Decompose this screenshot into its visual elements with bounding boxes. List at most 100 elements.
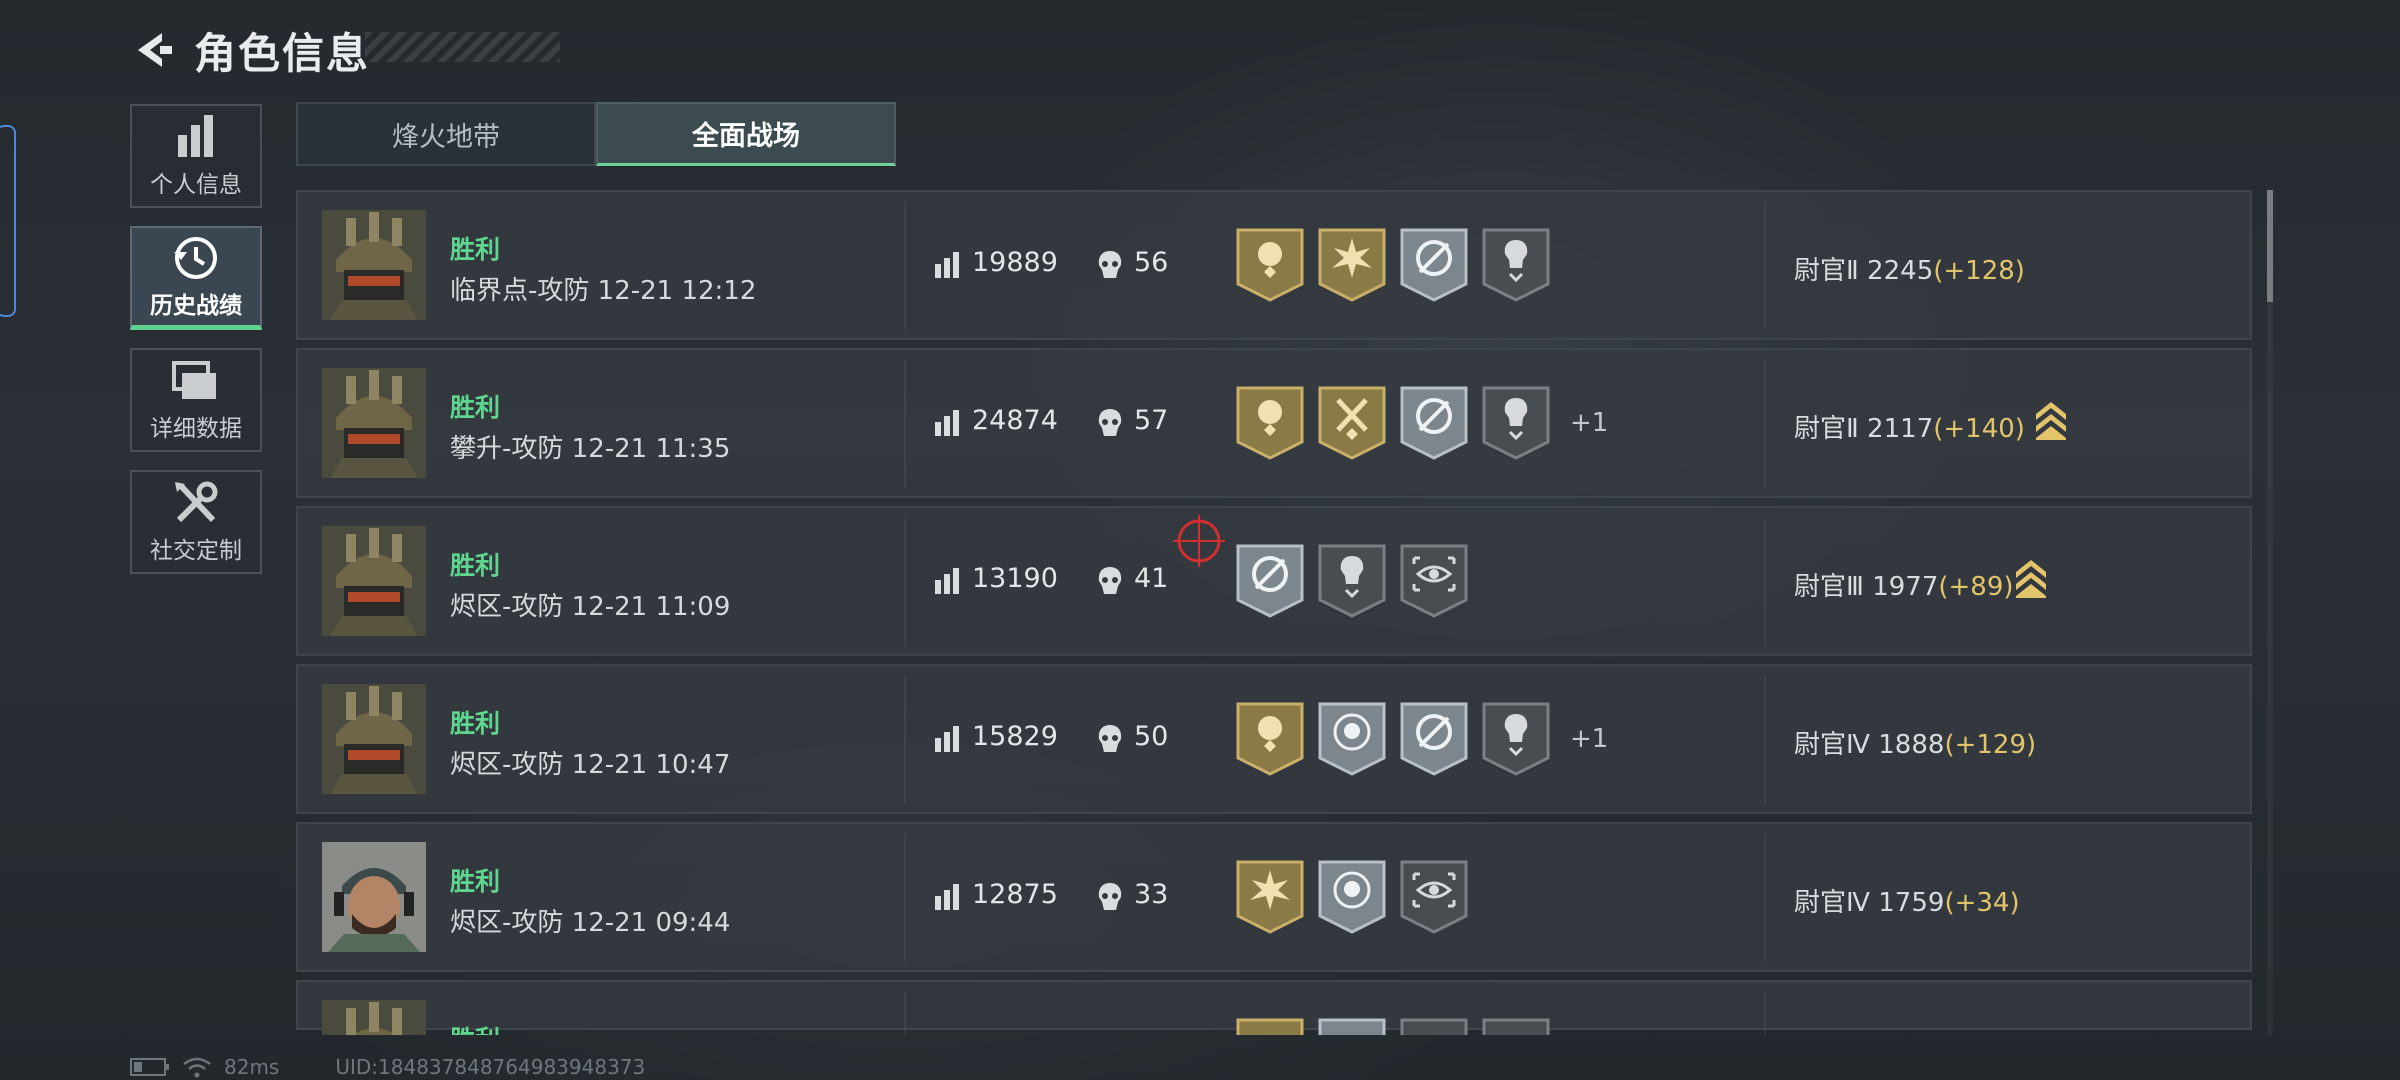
dark-skull-badge-icon[interactable] (1400, 1018, 1468, 1035)
sidebar-item-social-custom[interactable]: 社交定制 (130, 470, 262, 574)
history-clock-icon (172, 234, 220, 282)
row-divider (1764, 360, 1766, 488)
silver-target-badge-icon[interactable] (1400, 228, 1468, 302)
match-row[interactable]: 胜利 烬区-攻防 12-21 10:47 15829 50 +1 尉官Ⅳ 188… (296, 664, 2252, 814)
back-button[interactable] (130, 27, 176, 73)
sidebar-item-detailed-data[interactable]: 详细数据 (130, 348, 262, 452)
row-divider (904, 676, 906, 804)
silver-target-badge-icon[interactable] (1400, 386, 1468, 460)
medal-list: +1 (1236, 386, 1608, 460)
row-divider (904, 834, 906, 962)
row-divider (904, 360, 906, 488)
match-score: 24874 (972, 405, 1058, 436)
silver-target-badge-icon[interactable] (1400, 702, 1468, 776)
silver-target-badge-icon[interactable] (1318, 1018, 1386, 1035)
tab-full-battlefield[interactable]: 全面战场 (596, 102, 896, 166)
scrollbar-thumb[interactable] (2267, 190, 2273, 302)
sidebar: 个人信息 历史战绩 详细数据 社交定制 (130, 104, 266, 592)
match-map-time: 烬区-攻防 12-21 10:47 (450, 750, 731, 780)
match-kills: 56 (1134, 247, 1169, 278)
tab-hazard-zone[interactable]: 烽火地带 (296, 102, 596, 166)
more-medals-count[interactable]: +1 (1570, 408, 1608, 438)
dark-skull-badge-icon[interactable] (1482, 228, 1550, 302)
rank-points: 尉官Ⅲ 1977 (1794, 572, 1939, 602)
match-history-list[interactable]: 胜利 临界点-攻防 12-21 12:12 19889 56 尉官Ⅱ 2245(… (296, 190, 2252, 1035)
silver-skull-target-badge-icon[interactable] (1318, 702, 1386, 776)
dark-skull-badge-icon[interactable] (1318, 544, 1386, 618)
dark-skull-badge-icon[interactable] (1482, 386, 1550, 460)
page-header: 角色信息 (130, 20, 370, 80)
row-divider (1764, 518, 1766, 646)
gold-laurel-badge-icon[interactable] (1236, 1018, 1304, 1035)
sidebar-item-label: 个人信息 (150, 172, 242, 198)
gold-burst-badge-icon[interactable] (1318, 228, 1386, 302)
skull-icon (1098, 409, 1122, 436)
rank-delta: (+34) (1944, 888, 2020, 918)
dark-skull-badge-icon[interactable] (1482, 702, 1550, 776)
rank-info: 尉官Ⅱ 2245(+128) (1794, 250, 2025, 287)
rank-delta: (+89) (1938, 572, 2014, 602)
row-divider (904, 202, 906, 330)
skull-icon (1098, 251, 1122, 278)
score-bars-icon (935, 568, 959, 594)
skull-icon (1098, 567, 1122, 594)
match-row[interactable]: 胜利 烬区-攻防 12-21 09:44 12875 33 尉官Ⅳ 1759(+… (296, 822, 2252, 972)
match-score: 12875 (972, 879, 1058, 910)
sidebar-item-label: 社交定制 (150, 538, 242, 564)
page-title: 角色信息 (194, 28, 371, 78)
silver-skull-target-badge-icon[interactable] (1318, 860, 1386, 934)
sidebar-item-personal-info[interactable]: 个人信息 (130, 104, 262, 208)
more-medals-count[interactable]: +1 (1570, 724, 1608, 754)
operator-avatar (322, 1000, 426, 1035)
match-kills: 50 (1134, 721, 1169, 752)
sidebar-item-match-history[interactable]: 历史战绩 (130, 226, 262, 330)
dark-eye-badge-icon[interactable] (1400, 860, 1468, 934)
gold-burst-badge-icon[interactable] (1236, 860, 1304, 934)
battery-icon (130, 1058, 169, 1076)
rank-delta: (+129) (1944, 730, 2037, 760)
rank-up-chevron-icon (2036, 402, 2066, 440)
gold-axes-badge-icon[interactable] (1318, 386, 1386, 460)
match-row[interactable]: 胜利 (296, 980, 2252, 1035)
silver-target-badge-icon[interactable] (1236, 544, 1304, 618)
rank-info: 尉官Ⅲ 1977(+89) (1794, 566, 2014, 603)
match-row[interactable]: 胜利 临界点-攻防 12-21 12:12 19889 56 尉官Ⅱ 2245(… (296, 190, 2252, 340)
mode-tabs: 烽火地带 全面战场 (296, 102, 896, 166)
operator-avatar (322, 210, 426, 320)
match-row[interactable]: 胜利 烬区-攻防 12-21 11:09 13190 41 尉官Ⅲ 1977(+… (296, 506, 2252, 656)
medal-list (1236, 228, 1550, 302)
match-score: 19889 (972, 247, 1058, 278)
match-row[interactable]: 胜利 攀升-攻防 12-21 11:35 24874 57 +1 尉官Ⅱ 211… (296, 348, 2252, 498)
row-divider (1764, 834, 1766, 962)
rank-info: 尉官Ⅳ 1759(+34) (1794, 882, 2020, 919)
match-result: 胜利 (450, 1020, 500, 1035)
dark-eye-badge-icon[interactable] (1400, 544, 1468, 618)
operator-avatar (322, 368, 426, 478)
rank-info: 尉官Ⅳ 1888(+129) (1794, 724, 2036, 761)
match-map-time: 烬区-攻防 12-21 09:44 (450, 908, 731, 938)
list-scrollbar[interactable] (2267, 190, 2273, 1035)
dark-eye-badge-icon[interactable] (1482, 1018, 1550, 1035)
match-score: 15829 (972, 721, 1058, 752)
row-divider (1764, 202, 1766, 330)
gold-laurel-badge-icon[interactable] (1236, 702, 1304, 776)
edge-panel-handle[interactable] (0, 125, 16, 317)
rank-delta: (+128) (1933, 256, 2025, 286)
row-divider (904, 518, 906, 646)
score-bars-icon (935, 410, 959, 436)
gold-laurel-badge-icon[interactable] (1236, 228, 1304, 302)
wifi-icon (183, 1057, 211, 1078)
match-kills: 41 (1134, 563, 1169, 594)
gold-laurel-badge-icon[interactable] (1236, 386, 1304, 460)
folder-stack-icon (172, 357, 220, 405)
match-kills: 57 (1134, 405, 1169, 436)
rank-points: 尉官Ⅱ 2245 (1794, 256, 1934, 286)
medal-list (1236, 1018, 1550, 1035)
match-kills: 33 (1134, 879, 1169, 910)
ping-value: 82ms (224, 1055, 280, 1079)
skull-icon (1098, 725, 1122, 752)
back-arrow-icon (138, 33, 172, 67)
bar-chart-icon (174, 113, 218, 161)
score-bars-icon (935, 252, 959, 278)
status-bar: 82ms UID:18483784876498394837​3 (130, 1055, 659, 1079)
